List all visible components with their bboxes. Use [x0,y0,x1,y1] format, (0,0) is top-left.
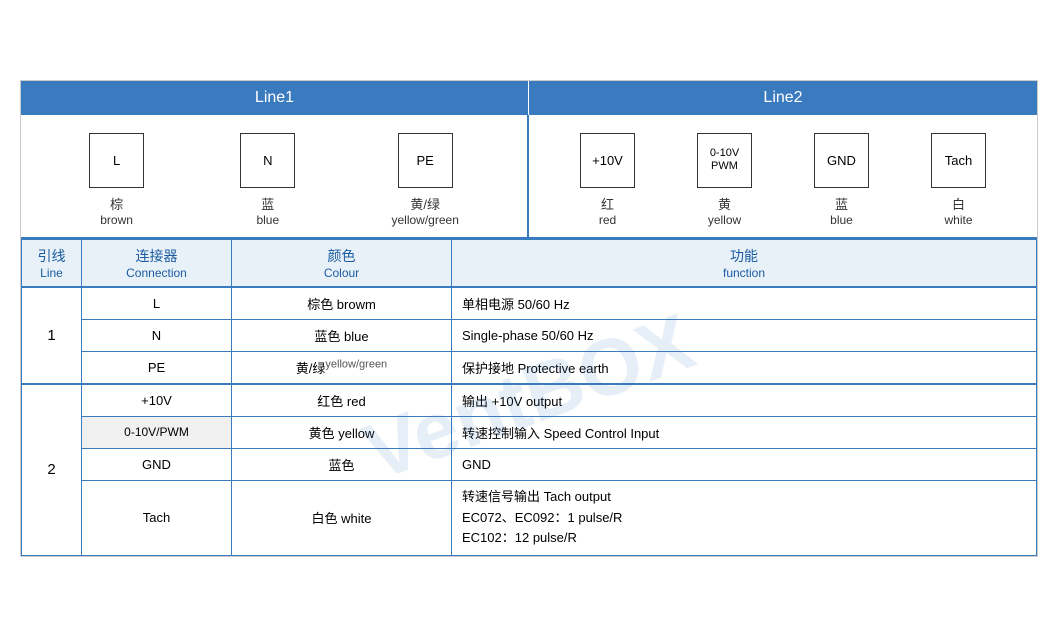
diagram-row: L 棕 brown N 蓝 blue PE 黄/绿 yellow/gree [21,115,1037,239]
table-row: PE 黄/绿yellow/green 保护接地 Protective earth [22,351,1037,384]
th-colour: 颜色 Colour [232,239,452,287]
connector-Tach: Tach 白 white [931,133,986,227]
func-GND-cell: GND [452,448,1037,480]
colour-Tach-cell: 白色 white [232,480,452,555]
func-Tach-cell: 转速信号输出 Tach output EC072、EC092：1 pulse/R… [452,480,1037,555]
connector-PWM: 0-10VPWM 黄 yellow [697,133,752,227]
table-row: 1 L 棕色 browm 单相电源 50/60 Hz [22,287,1037,320]
colour-PE-cell: 黄/绿yellow/green [232,351,452,384]
conn-PWM-cell: 0-10V/PWM [82,416,232,448]
connector-label-PWM: 黄 yellow [708,194,741,227]
conn-PE-cell: PE [82,351,232,384]
table-row: Tach 白色 white 转速信号输出 Tach output EC072、E… [22,480,1037,555]
connector-label-Tach: 白 white [944,194,972,227]
table-row: 0-10V/PWM 黄色 yellow 转速控制输入 Speed Control… [22,416,1037,448]
header-row: Line1 Line2 [21,81,1037,115]
connector-PE: PE 黄/绿 yellow/green [392,133,459,227]
connector-label-N: 蓝 blue [256,194,279,227]
th-line: 引线 Line [22,239,82,287]
colour-L-cell: 棕色 browm [232,287,452,320]
func-10V-cell: 输出 +10V output [452,384,1037,417]
table-row: 2 +10V 红色 red 输出 +10V output [22,384,1037,417]
table-row: N 蓝色 blue Single-phase 50/60 Hz [22,319,1037,351]
th-conn: 连接器 Connection [82,239,232,287]
colour-N-cell: 蓝色 blue [232,319,452,351]
conn-10V-cell: +10V [82,384,232,417]
diagram-line1: L 棕 brown N 蓝 blue PE 黄/绿 yellow/gree [21,115,529,237]
table-row: GND 蓝色 GND [22,448,1037,480]
connector-L: L 棕 brown [89,133,144,227]
connector-label-GND: 蓝 blue [830,194,853,227]
connector-N: N 蓝 blue [240,133,295,227]
diagram-line2: +10V 红 red 0-10VPWM 黄 yellow GND 蓝 bl [529,115,1037,237]
connector-box-N: N [240,133,295,188]
connector-GND: GND 蓝 blue [814,133,869,227]
line-1-cell: 1 [22,287,82,384]
connector-box-L: L [89,133,144,188]
connector-box-PE: PE [398,133,453,188]
table-wrapper: VentBOX 引线 Line 连接器 Connection 颜色 Colour [21,239,1037,556]
colour-10V-cell: 红色 red [232,384,452,417]
connector-box-PWM: 0-10VPWM [697,133,752,188]
conn-L-cell: L [82,287,232,320]
connector-box-GND: GND [814,133,869,188]
connector-10V: +10V 红 red [580,133,635,227]
func-PWM-cell: 转速控制输入 Speed Control Input [452,416,1037,448]
colour-GND-cell: 蓝色 [232,448,452,480]
conn-Tach-cell: Tach [82,480,232,555]
connector-box-Tach: Tach [931,133,986,188]
func-PE-cell: 保护接地 Protective earth [452,351,1037,384]
data-table: 引线 Line 连接器 Connection 颜色 Colour 功能 func… [21,239,1037,556]
th-func: 功能 function [452,239,1037,287]
table-header-row: 引线 Line 连接器 Connection 颜色 Colour 功能 func… [22,239,1037,287]
conn-GND-cell: GND [82,448,232,480]
connector-label-L: 棕 brown [100,194,133,227]
conn-N-cell: N [82,319,232,351]
header-line2: Line2 [529,81,1037,115]
connector-label-10V: 红 red [599,194,616,227]
func-L-cell: 单相电源 50/60 Hz [452,287,1037,320]
connector-label-PE: 黄/绿 yellow/green [392,194,459,227]
colour-PWM-cell: 黄色 yellow [232,416,452,448]
connector-box-10V: +10V [580,133,635,188]
func-N-cell: Single-phase 50/60 Hz [452,319,1037,351]
main-container: Line1 Line2 L 棕 brown N 蓝 blue [20,80,1038,557]
header-line1: Line1 [21,81,529,115]
line-2-cell: 2 [22,384,82,556]
